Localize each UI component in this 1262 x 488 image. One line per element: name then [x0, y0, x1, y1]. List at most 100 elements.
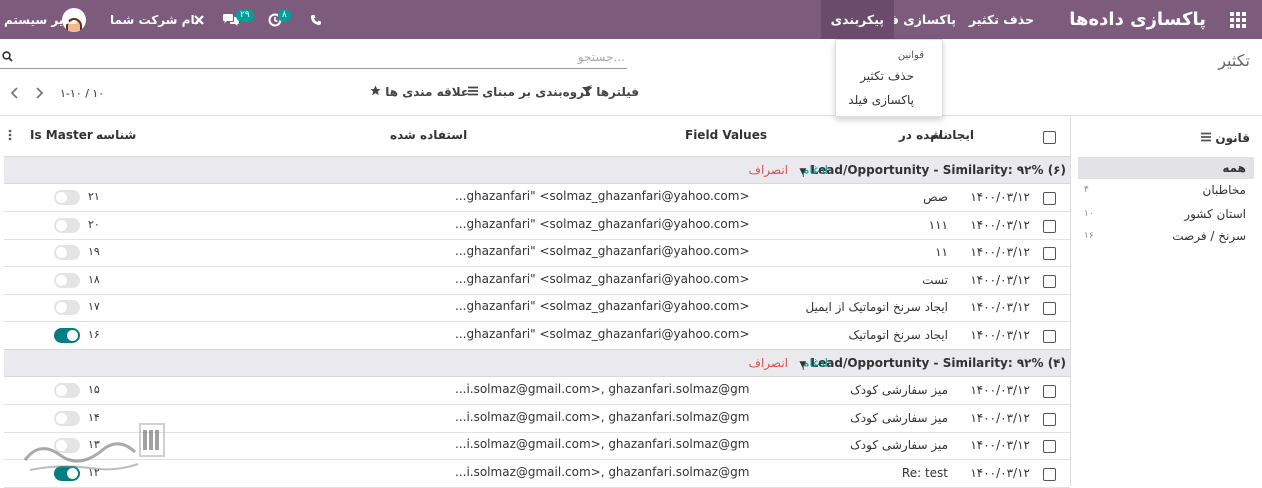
- cell-id: ۱۸: [88, 272, 100, 286]
- is-master-toggle[interactable]: [54, 383, 80, 398]
- breadcrumb-title: تکثیر: [1218, 51, 1250, 70]
- menu-dedup[interactable]: حذف تکثیر: [969, 0, 1034, 39]
- row-checkbox[interactable]: [1043, 247, 1056, 260]
- apps-menu-icon[interactable]: [1230, 0, 1250, 39]
- cell-created-on: ۱۴۰۰/۰۳/۱۲: [970, 300, 1030, 314]
- row-checkbox[interactable]: [1043, 412, 1056, 426]
- row-checkbox[interactable]: [1043, 385, 1056, 398]
- star-icon: [370, 85, 385, 99]
- group-title[interactable]: ▼ Lead/Opportunity - Similarity: ۹۲% (۶): [799, 163, 1066, 177]
- phone-icon[interactable]: [310, 0, 322, 39]
- row-checkbox[interactable]: [1043, 440, 1056, 453]
- is-master-toggle[interactable]: [54, 300, 80, 315]
- search-panel-title: قانون: [1201, 131, 1250, 145]
- group-title[interactable]: ▼ Lead/Opportunity - Similarity: ۹۲% (۴): [799, 356, 1066, 370]
- chevron-right-icon: [36, 87, 44, 99]
- messaging-icon[interactable]: ۲۹: [222, 0, 254, 39]
- activity-icon[interactable]: ۸: [268, 0, 291, 39]
- is-master-toggle[interactable]: [54, 190, 80, 205]
- search-input[interactable]: جستجو...: [578, 50, 625, 64]
- company-switcher[interactable]: نام شرکت شما: [110, 0, 199, 39]
- cell-created-on: ۱۴۰۰/۰۳/۱۲: [970, 190, 1030, 204]
- pager-previous-button[interactable]: [10, 86, 20, 104]
- cell-id: ۱۷: [88, 300, 100, 313]
- favorites-button[interactable]: علاقه مندی ها: [370, 85, 469, 99]
- group-row[interactable]: ▼ Lead/Opportunity - Similarity: ۹۲% (۴)…: [4, 349, 1070, 377]
- message-count-badge: ۲۹: [236, 8, 254, 22]
- dropdown-item-field-cleaning[interactable]: پاکسازی فیلد: [848, 93, 914, 107]
- watermark-logo: [20, 420, 170, 476]
- column-is-master[interactable]: Is Master: [30, 128, 93, 142]
- is-master-toggle[interactable]: [54, 217, 80, 233]
- row-checkbox[interactable]: [1043, 274, 1056, 288]
- cell-created-on: ۱۴۰۰/۰۳/۱۲: [970, 465, 1030, 480]
- user-menu[interactable]: مدیر سیستم: [4, 0, 78, 39]
- cell-id: ۱۶: [88, 327, 100, 341]
- dismiss-button[interactable]: انصراف: [749, 356, 788, 370]
- search-panel: قانون همه مخاطبان ۴ استان کشور ۱۰ سرنخ /…: [1070, 117, 1262, 486]
- cell-name: صص: [923, 190, 948, 204]
- row-divider: [4, 486, 1070, 488]
- group-row[interactable]: ▼ Lead/Opportunity - Similarity: ۹۲% (۶)…: [4, 156, 1070, 184]
- menu-configuration[interactable]: پیکربندی: [820, 0, 894, 39]
- cell-field-values: ...ghazanfari" <solmaz_ghazanfari@yahoo.…: [455, 216, 750, 231]
- cell-created-on: ۱۴۰۰/۰۳/۱۲: [970, 410, 1030, 425]
- sidebar-item-lead-opportunity[interactable]: سرنخ / فرصت ۱۶: [1078, 225, 1254, 247]
- row-divider: [4, 404, 1070, 405]
- list-icon: [1201, 131, 1215, 145]
- cell-field-values: ...ghazanfari" <solmaz_ghazanfari@yahoo.…: [455, 271, 750, 286]
- is-master-toggle[interactable]: [54, 272, 80, 288]
- dropdown-header-rules: قوانین: [897, 50, 924, 61]
- cell-name: میز سفارشی کودک: [850, 383, 948, 397]
- sidebar-item-all[interactable]: همه: [1078, 157, 1254, 179]
- row-divider: [4, 238, 1070, 240]
- row-checkbox[interactable]: [1043, 329, 1056, 343]
- cell-name: ۱۱: [935, 245, 948, 259]
- row-checkbox[interactable]: [1043, 192, 1056, 205]
- activity-count-badge: ۸: [278, 8, 291, 22]
- cell-field-values: ...ghazanfari" <solmaz_ghazanfari@yahoo.…: [455, 299, 750, 313]
- sidebar-item-contacts[interactable]: مخاطبان ۴: [1078, 179, 1254, 201]
- select-all-checkbox[interactable]: [1043, 131, 1056, 144]
- group-by-button[interactable]: گروه‌بندی بر مبنای: [468, 85, 592, 99]
- cell-created-on: ۱۴۰۰/۰۳/۱۲: [970, 438, 1030, 452]
- pager-value[interactable]: ۱-۱۰ / ۱۰: [60, 87, 104, 100]
- row-checkbox[interactable]: [1043, 302, 1056, 315]
- search-icon[interactable]: [2, 51, 13, 65]
- top-navbar: پاکسازی داده‌ها حذف تکثیر پاکسازی فیلد پ…: [0, 0, 1262, 39]
- list-icon: [468, 85, 482, 99]
- column-field-values[interactable]: Field Values: [685, 128, 767, 142]
- dropdown-item-dedup[interactable]: حذف تکثیر: [860, 69, 914, 83]
- app-title[interactable]: پاکسازی داده‌ها: [1069, 0, 1206, 39]
- merge-button[interactable]: ادغام: [802, 163, 828, 177]
- sidebar-item-country-state[interactable]: استان کشور ۱۰: [1078, 203, 1254, 225]
- cell-field-values: ...ghazanfari" <solmaz_ghazanfari@yahoo.…: [455, 244, 750, 258]
- configuration-dropdown: قوانین حذف تکثیر پاکسازی فیلد: [835, 39, 943, 117]
- optional-columns-icon[interactable]: [8, 129, 12, 144]
- column-name[interactable]: نام: [930, 128, 948, 142]
- dismiss-button[interactable]: انصراف: [749, 163, 788, 177]
- chevron-left-icon: [10, 87, 18, 99]
- is-master-toggle[interactable]: [54, 245, 80, 260]
- pager-next-button[interactable]: [34, 86, 44, 104]
- column-id[interactable]: شناسه: [96, 128, 136, 142]
- cell-created-on: ۱۴۰۰/۰۳/۱۲: [970, 245, 1030, 259]
- cell-id: ۲۱: [88, 190, 100, 203]
- column-used[interactable]: استفاده شده: [390, 128, 467, 142]
- cell-field-values: ...i.solmaz@gmail.com>, ghazanfari.solma…: [455, 382, 750, 396]
- row-divider: [4, 321, 1070, 322]
- cell-name: میز سفارشی کودک: [850, 410, 948, 425]
- row-checkbox[interactable]: [1043, 219, 1056, 233]
- merge-button[interactable]: ادغام: [802, 356, 828, 370]
- row-divider: [4, 266, 1070, 267]
- cell-id: ۲۰: [88, 217, 100, 231]
- cell-created-on: ۱۴۰۰/۰۳/۱۲: [970, 272, 1030, 287]
- row-checkbox[interactable]: [1043, 467, 1056, 481]
- cell-created-on: ۱۴۰۰/۰۳/۱۲: [970, 327, 1030, 342]
- cell-field-values: ...i.solmaz@gmail.com>, ghazanfari.solma…: [455, 437, 750, 451]
- cell-field-values: ...i.solmaz@gmail.com>, ghazanfari.solma…: [455, 409, 750, 424]
- cell-name: ایجاد سرنخ اتوماتیک: [848, 327, 948, 342]
- cell-id: ۱۵: [88, 383, 100, 396]
- search-bar[interactable]: جستجو...: [0, 47, 627, 69]
- is-master-toggle[interactable]: [54, 327, 80, 343]
